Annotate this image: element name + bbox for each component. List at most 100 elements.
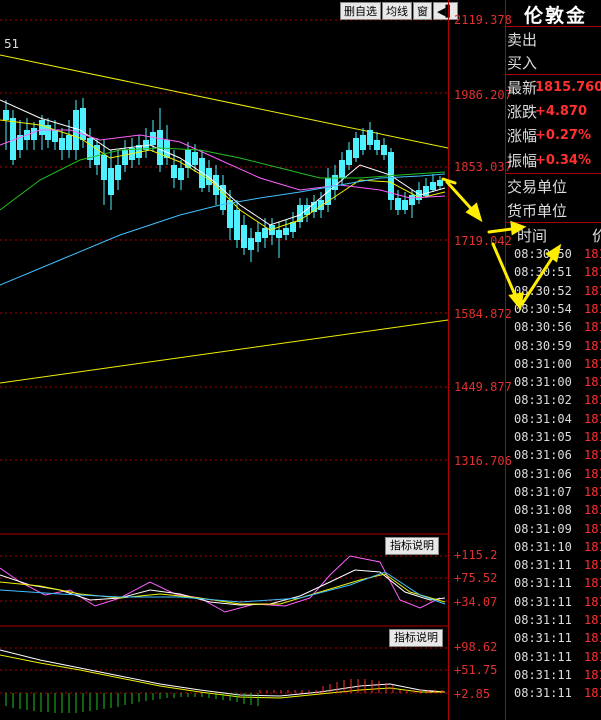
quote-label: 涨跌 bbox=[507, 103, 538, 121]
candle-body bbox=[101, 155, 107, 180]
price-tick: 1449.877 bbox=[454, 380, 512, 394]
kline-chart-svg[interactable] bbox=[0, 0, 448, 720]
candle-body bbox=[227, 200, 233, 228]
tick-price: 181 bbox=[584, 411, 601, 426]
indicator2-tick: +2.85 bbox=[454, 687, 491, 701]
candle-body bbox=[52, 130, 58, 142]
ticks-header-time: 时间 bbox=[517, 227, 548, 245]
candle-body bbox=[276, 230, 282, 238]
chart-toolbar: 删自选 均线 窗 ◀▌ bbox=[339, 2, 458, 20]
tick-price: 181 bbox=[584, 649, 601, 664]
tick-price: 181 bbox=[584, 356, 601, 371]
candle-body bbox=[59, 138, 65, 150]
candle-body bbox=[262, 228, 268, 238]
price-tick: 1584.872 bbox=[454, 307, 512, 321]
tick-price: 181 bbox=[584, 393, 601, 408]
moving-average-button[interactable]: 均线 bbox=[382, 2, 412, 20]
trend-line-lower bbox=[0, 319, 448, 384]
tick-price: 181 bbox=[584, 466, 601, 481]
quote-row-latest: 最新 1815.760 bbox=[507, 77, 601, 99]
candle-body bbox=[248, 238, 254, 250]
osc-line-cyan bbox=[0, 571, 446, 605]
tick-price: 181 bbox=[584, 430, 601, 444]
candle-body bbox=[353, 138, 359, 158]
indicator1-tick: +75.52 bbox=[454, 571, 498, 585]
tick-time: 08:31:11 bbox=[514, 613, 572, 627]
ticks-header: 时间 价 bbox=[507, 225, 601, 247]
quote-value: +0.34% bbox=[535, 153, 591, 168]
indicator-help-button-2[interactable]: 指标说明 bbox=[389, 629, 443, 647]
quote-label: 买入 bbox=[507, 54, 538, 72]
tick-price: 181 bbox=[584, 301, 601, 316]
tick-time: 08:30:52 bbox=[514, 283, 572, 298]
divider bbox=[506, 222, 601, 223]
tick-time: 08:30:59 bbox=[514, 338, 572, 353]
candle-body bbox=[3, 110, 9, 120]
chart-corner-label: 51 bbox=[4, 37, 20, 51]
indicator1-tick: +115.2 bbox=[454, 548, 498, 562]
tick-price: 181 bbox=[584, 247, 601, 261]
quote-label: 卖出 bbox=[507, 31, 538, 49]
tick-time: 08:31:04 bbox=[514, 411, 572, 426]
quote-value: +4.870 bbox=[535, 104, 588, 119]
divider bbox=[506, 74, 601, 75]
candle-body bbox=[164, 140, 170, 158]
indicator2-tick: +51.75 bbox=[454, 663, 498, 677]
candle-body bbox=[437, 180, 443, 186]
price-axis: 2119.378 1986.207 1853.037 1719.042 1584… bbox=[448, 0, 512, 720]
tick-price: 181 bbox=[584, 594, 601, 609]
quote-row-sell: 卖出 bbox=[507, 29, 537, 51]
candle-body bbox=[150, 132, 156, 145]
tick-price: 181 bbox=[584, 576, 601, 591]
quote-row-amplitude: 振幅 +0.34% bbox=[507, 150, 591, 172]
quote-row-buy: 买入 bbox=[507, 52, 537, 74]
tick-time: 08:31:11 bbox=[514, 576, 572, 591]
candle-body bbox=[234, 210, 240, 240]
candle-body bbox=[395, 198, 401, 210]
tick-time: 08:31:09 bbox=[514, 521, 572, 536]
price-tick: 1853.037 bbox=[454, 160, 512, 174]
price-tick: 1719.042 bbox=[454, 234, 512, 248]
tick-time: 08:30:50 bbox=[514, 247, 572, 261]
indicator-help-button-1[interactable]: 指标说明 bbox=[385, 537, 439, 555]
candle-body bbox=[31, 128, 37, 140]
quote-value: +0.27% bbox=[535, 128, 591, 143]
candle-body bbox=[66, 135, 72, 150]
tick-time: 08:31:11 bbox=[514, 667, 572, 682]
tick-price: 181 bbox=[584, 375, 601, 390]
tick-price: 181 bbox=[584, 558, 601, 573]
candle-body bbox=[241, 225, 247, 248]
tick-time: 08:31:06 bbox=[514, 448, 572, 463]
quote-label: 涨幅 bbox=[507, 127, 538, 145]
candle-body bbox=[430, 182, 436, 190]
macd-line-yellow bbox=[0, 654, 445, 699]
instrument-title: 伦敦金 bbox=[524, 5, 588, 27]
candle-body bbox=[73, 110, 79, 150]
tick-price: 181 bbox=[584, 503, 601, 518]
candle-body bbox=[192, 152, 198, 165]
osc-line-magenta bbox=[0, 555, 441, 613]
tick-price: 181 bbox=[584, 521, 601, 536]
price-tick: 1986.207 bbox=[454, 88, 512, 102]
window-button[interactable]: 窗 bbox=[413, 2, 432, 20]
tick-price: 181 bbox=[584, 265, 601, 280]
quote-label: 货币单位 bbox=[507, 202, 568, 220]
delete-watchlist-button[interactable]: 删自选 bbox=[340, 2, 381, 20]
ticks-header-price: 价 bbox=[592, 227, 601, 245]
candle-body bbox=[381, 145, 387, 155]
tick-price: 181 bbox=[584, 613, 601, 627]
kline-chart-area[interactable]: 51 指标说明 指标说明 bbox=[0, 0, 448, 720]
quote-value: 1815.760 bbox=[535, 80, 601, 95]
tick-price: 181 bbox=[584, 631, 601, 646]
candle-body bbox=[171, 165, 177, 178]
tick-time: 08:31:11 bbox=[514, 594, 572, 609]
tick-time: 08:31:11 bbox=[514, 649, 572, 664]
indicator1-tick: +34.07 bbox=[454, 595, 498, 609]
tick-time: 08:31:11 bbox=[514, 686, 572, 701]
candle-body bbox=[374, 140, 380, 150]
tick-time: 08:31:11 bbox=[514, 558, 572, 573]
tick-time: 08:30:56 bbox=[514, 320, 572, 335]
candle-body bbox=[178, 168, 184, 180]
tick-price: 181 bbox=[584, 448, 601, 463]
tick-time: 08:31:00 bbox=[514, 356, 572, 371]
